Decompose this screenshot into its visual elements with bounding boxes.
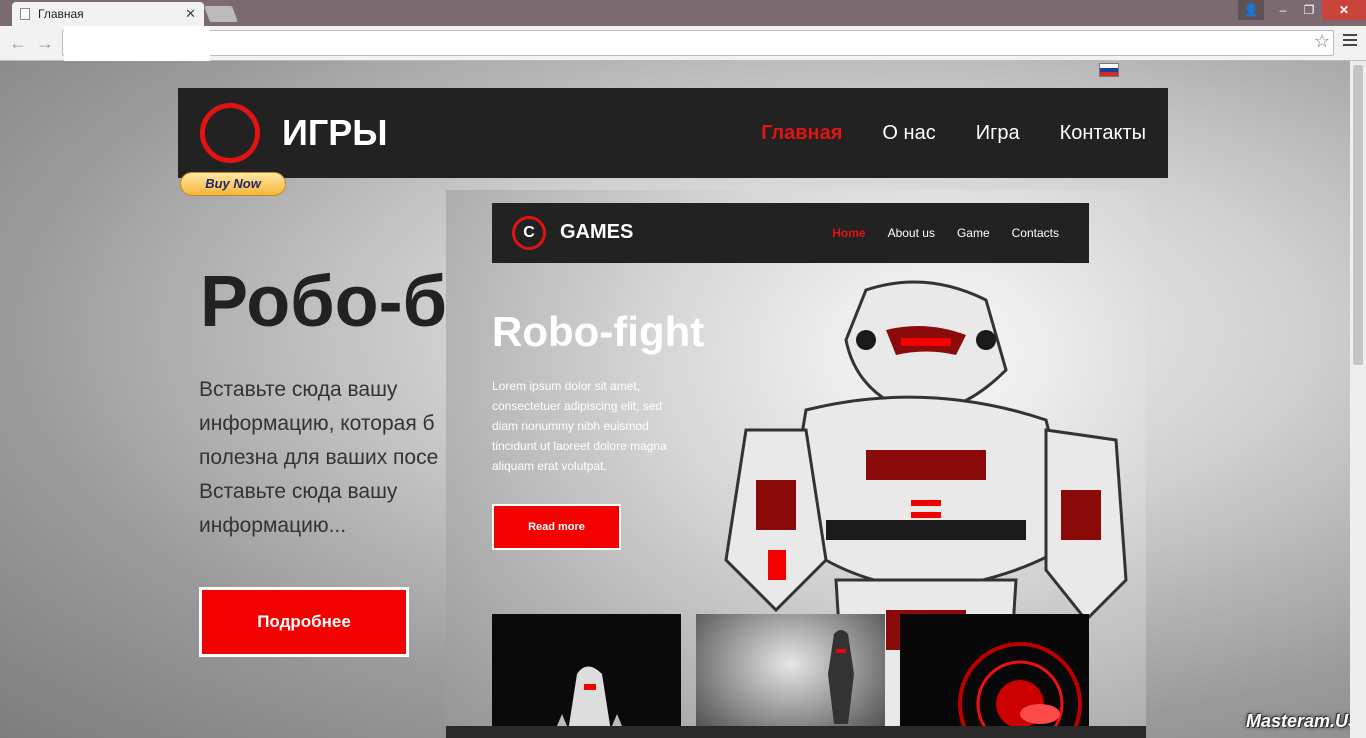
window-controls: 👤 – ❐ ✕: [1238, 0, 1366, 20]
preview-logo-text: GAMES: [560, 221, 634, 243]
preview-text: Lorem ipsum dolor sit amet, consectetuer…: [492, 376, 702, 476]
vertical-scrollbar[interactable]: [1350, 61, 1366, 738]
hero-text: Вставьте сюда вашу информацию, которая б…: [199, 373, 469, 543]
preview-footer-strip: [446, 726, 1146, 738]
arrow-right-icon[interactable]: →: [36, 33, 54, 54]
address-overlay: [64, 26, 210, 62]
watermark: Masteram.US: [1246, 711, 1350, 731]
thumbnail-robot-crouch[interactable]: [492, 614, 681, 738]
nav-contacts[interactable]: Контакты: [1060, 122, 1146, 145]
page-viewport: ИГРЫ Главная О нас Игра Контакты Робо-б …: [0, 61, 1350, 738]
restore-button[interactable]: ❐: [1296, 0, 1322, 20]
robot-thumb-icon: [828, 630, 854, 724]
nav-about[interactable]: О нас: [882, 122, 935, 145]
preview-nav-game[interactable]: Game: [957, 226, 990, 240]
preview-text-line: consectetuer adipiscing elit, sed: [492, 399, 663, 413]
tab-close-icon[interactable]: ✕: [185, 6, 196, 22]
preview-text-line: aliquam erat volutpat.: [492, 459, 607, 473]
hero-line: информацию...: [199, 514, 347, 537]
preview-nav: Home About us Game Contacts: [832, 226, 1059, 240]
preview-thumbnails: [492, 614, 1089, 738]
minimize-button[interactable]: –: [1270, 0, 1296, 20]
nav-home[interactable]: Главная: [761, 122, 842, 145]
hero-line: информацию, которая б: [199, 412, 435, 435]
nav-game[interactable]: Игра: [976, 122, 1020, 145]
document-icon: [20, 8, 30, 20]
close-button[interactable]: ✕: [1322, 0, 1366, 20]
preview-title: Robo-fight: [492, 308, 705, 355]
preview-text-line: diam nonummy nibh euismod: [492, 419, 649, 433]
russian-flag-icon[interactable]: [1099, 63, 1119, 77]
preview-nav-contacts[interactable]: Contacts: [1012, 226, 1059, 240]
site-logo-text[interactable]: ИГРЫ: [282, 112, 388, 154]
new-tab-button[interactable]: [204, 6, 238, 22]
tab-title: Главная: [38, 7, 84, 21]
star-icon[interactable]: ☆: [1314, 31, 1330, 52]
scrollbar-thumb[interactable]: [1353, 65, 1363, 365]
site-header: ИГРЫ Главная О нас Игра Контакты: [178, 88, 1168, 178]
logo-ring-icon: [200, 103, 260, 163]
robot-thumb-icon: [552, 666, 627, 738]
hero-line: Вставьте сюда вашу: [199, 378, 398, 401]
preview-logo-icon: C: [512, 216, 546, 250]
thumbnail-red-target[interactable]: [900, 614, 1089, 738]
preview-header: C GAMES Home About us Game Contacts: [492, 203, 1089, 263]
browser-tab[interactable]: Главная ✕: [12, 2, 204, 26]
buy-now-button[interactable]: Buy Now: [180, 172, 286, 196]
preview-text-line: tincidunt ut laoreet dolore magna: [492, 439, 667, 453]
hero-line: Вставьте сюда вашу: [199, 480, 398, 503]
hamburger-icon[interactable]: [1343, 34, 1357, 46]
template-preview[interactable]: C GAMES Home About us Game Contacts Robo…: [446, 190, 1146, 738]
site-nav: Главная О нас Игра Контакты: [761, 122, 1146, 145]
target-thumb-icon: [958, 642, 1082, 738]
user-icon[interactable]: 👤: [1238, 0, 1264, 20]
more-button[interactable]: Подробнее: [199, 587, 409, 657]
read-more-button[interactable]: Read more: [492, 504, 621, 550]
arrow-left-icon[interactable]: ←: [9, 33, 27, 54]
address-bar[interactable]: [62, 30, 1334, 56]
preview-text-line: Lorem ipsum dolor sit amet,: [492, 379, 641, 393]
preview-nav-home[interactable]: Home: [832, 226, 865, 240]
thumbnail-robot-standing[interactable]: [696, 614, 885, 738]
hero-title: Робо-б: [200, 262, 448, 342]
preview-nav-about[interactable]: About us: [888, 226, 935, 240]
browser-titlebar: Главная ✕ 👤 – ❐ ✕: [0, 0, 1366, 26]
hero-line: полезна для ваших посе: [199, 446, 439, 469]
